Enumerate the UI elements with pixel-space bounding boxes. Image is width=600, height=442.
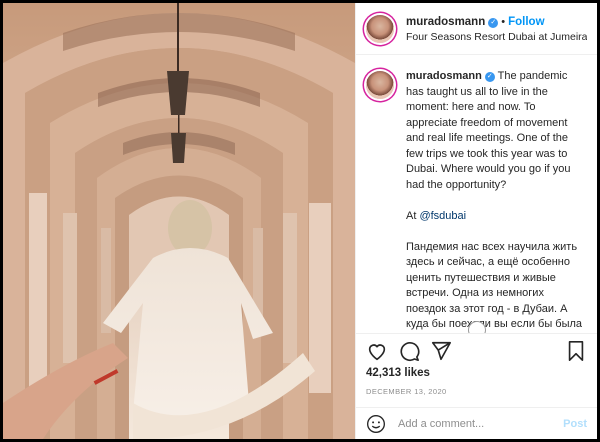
at-prefix: At [406,209,420,222]
mention-link[interactable]: @fsdubai [419,210,466,222]
caption-row: muradosmann ✓ The pandemic has taught us … [366,69,587,333]
caption-english: The pandemic has taught us all to live i… [406,70,574,191]
load-more-icon[interactable] [468,321,486,333]
post-date: DECEMBER 13, 2020 [366,387,447,396]
caption-verified-icon: ✓ [484,72,495,82]
instagram-post: muradosmann ✓ • Follow Four Seasons Resort … [3,3,597,439]
comments-area[interactable]: muradosmann ✓ The pandemic has taught us … [356,55,597,333]
photo-illustration [3,3,355,439]
post-header: muradosmann ✓ • Follow Four Seasons Resort … [356,3,597,55]
post-comment-button[interactable]: Post [563,418,587,430]
screenshot-frame: muradosmann ✓ • Follow Four Seasons Resort … [0,0,600,442]
comment-icon[interactable] [398,340,420,362]
caption-avatar[interactable] [366,71,394,99]
likes-count[interactable]: 42,313 likes [366,367,430,379]
share-icon[interactable] [430,340,452,362]
bookmark-icon[interactable] [565,340,587,362]
emoji-icon[interactable] [366,414,386,434]
separator-dot: • [501,15,506,28]
follow-button[interactable]: Follow [508,16,544,28]
heart-icon[interactable] [366,340,388,362]
post-sidebar: muradosmann ✓ • Follow Four Seasons Resort … [355,3,597,439]
header-text: muradosmann ✓ • Follow Four Seasons Resort … [406,13,587,45]
verified-badge-icon: ✓ [488,17,499,28]
add-comment-bar: Post [356,407,597,439]
location-link[interactable]: Four Seasons Resort Dubai at Jumeirah Be… [406,30,587,45]
author-avatar[interactable] [366,14,394,43]
post-photo[interactable] [3,3,355,439]
action-bar [356,333,597,367]
comment-input[interactable] [396,416,564,431]
author-username[interactable]: muradosmann [406,16,485,28]
caption-username[interactable]: muradosmann [406,70,482,82]
caption-text: muradosmann ✓ The pandemic has taught us … [406,69,587,333]
caption-russian: Пандемия нас всех научила жить здесь и с… [406,240,583,331]
